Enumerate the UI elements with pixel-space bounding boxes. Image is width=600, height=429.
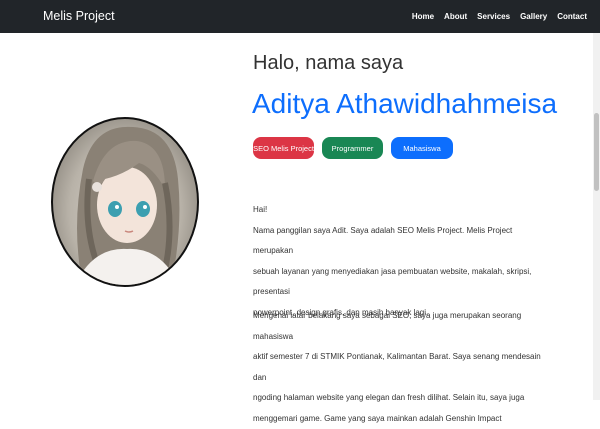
about-p2-line-1: Mengenai latar belakang saya sebagai SEO… <box>253 306 553 347</box>
hero-name: Aditya Athawidhahmeisa <box>252 86 557 122</box>
about-p2-line-4: menggemari game. Game yang saya mainkan … <box>253 409 553 429</box>
badge-programmer[interactable]: Programmer <box>322 137 383 159</box>
about-p1-line-1: Hai! <box>253 200 553 221</box>
nav-link-contact[interactable]: Contact <box>557 12 587 21</box>
nav-link-about[interactable]: About <box>444 12 467 21</box>
about-paragraph-1: Hai! Nama panggilan saya Adit. Saya adal… <box>253 200 553 323</box>
navbar: Melis Project Home About Services Galler… <box>0 0 600 33</box>
brand-logo[interactable]: Melis Project <box>43 9 115 24</box>
nav-link-services[interactable]: Services <box>477 12 510 21</box>
about-paragraph-2: Mengenai latar belakang saya sebagai SEO… <box>253 306 553 429</box>
hero-greeting: Halo, nama saya <box>253 51 403 75</box>
nav-links: Home About Services Gallery Contact <box>402 0 587 33</box>
scrollbar-thumb[interactable] <box>594 113 599 191</box>
about-p1-line-2: Nama panggilan saya Adit. Saya adalah SE… <box>253 221 553 262</box>
nav-link-gallery[interactable]: Gallery <box>520 12 547 21</box>
badge-seo[interactable]: SEO Melis Project <box>253 137 314 159</box>
badge-mahasiswa[interactable]: Mahasiswa <box>391 137 453 159</box>
scrollbar-track[interactable] <box>593 33 600 400</box>
avatar-illustration <box>53 119 197 285</box>
profile-avatar <box>51 117 199 287</box>
about-p1-line-3: sebuah layanan yang menyediakan jasa pem… <box>253 262 553 303</box>
about-p2-line-3: ngoding halaman website yang elegan dan … <box>253 388 553 409</box>
nav-link-home[interactable]: Home <box>412 12 434 21</box>
about-p2-line-2: aktif semester 7 di STMIK Pontianak, Kal… <box>253 347 553 388</box>
